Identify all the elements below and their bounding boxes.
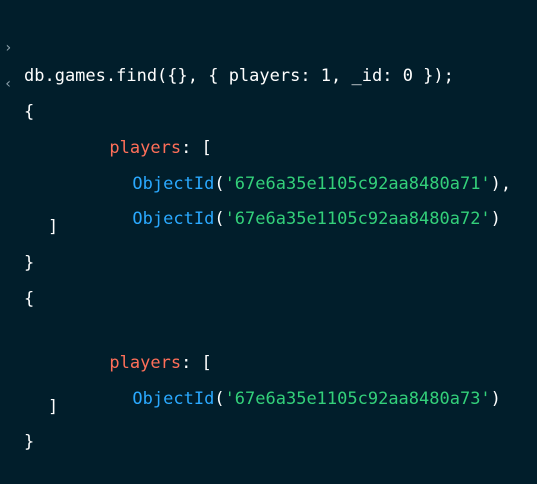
command-line: › db.games.find({}, { players: 1, _id: 0… [0, 6, 454, 86]
objectid-value: '67e6a35e1105c92aa8480a73' [224, 389, 491, 409]
result-open-brace-1: ‹ { [0, 42, 41, 122]
result-key-line-2: players: [ [0, 293, 211, 373]
list-item: ObjectId('67e6a35e1105c92aa8480a72') [132, 209, 501, 229]
close-brace: } [24, 432, 35, 452]
array-close-line-2: ] [0, 365, 58, 417]
array-close: ] [48, 397, 59, 417]
objectid-function: ObjectId [132, 209, 215, 229]
objectid-value: '67e6a35e1105c92aa8480a72' [224, 209, 491, 229]
result-close-brace-2: } [0, 400, 41, 452]
list-item: ObjectId('67e6a35e1105c92aa8480a73') [132, 389, 501, 409]
command-text[interactable]: db.games.find({}, { players: 1, _id: 0 }… [24, 62, 454, 90]
result-key-line-1: players: [ [0, 78, 211, 158]
array-close: ] [48, 217, 59, 237]
array-close-line-1: ] [0, 185, 58, 237]
result-open-brace-2: { [0, 257, 41, 309]
objectid-function: ObjectId [132, 389, 215, 409]
list-item: ObjectId('67e6a35e1105c92aa8480a71'), [132, 174, 512, 194]
result-close-brace-1: } [0, 221, 41, 273]
